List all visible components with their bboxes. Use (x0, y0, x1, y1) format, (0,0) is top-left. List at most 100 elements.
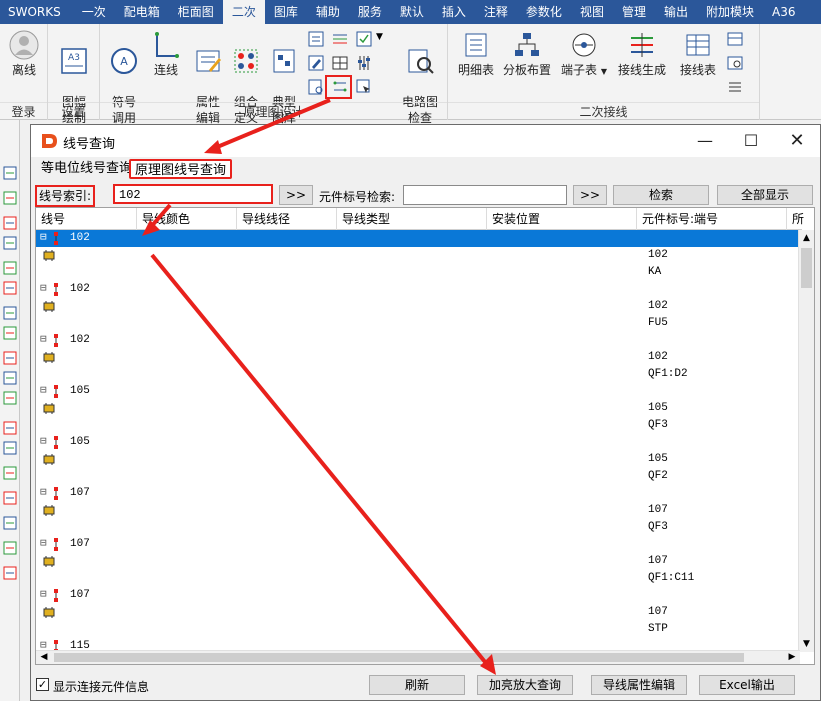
tab-equipotential-query[interactable]: 等电位线号查询 (37, 159, 136, 179)
lines-icon[interactable] (2, 490, 18, 506)
menu-item-12[interactable]: 管理 (613, 0, 655, 24)
menu-item-15[interactable]: A36 (763, 0, 804, 24)
menu-item-14[interactable]: 附加模块 (697, 0, 763, 24)
wire-index-more-button[interactable]: >> (279, 185, 313, 205)
col-extra[interactable]: 所 (787, 208, 807, 230)
scroll-thumb[interactable] (801, 248, 812, 288)
menu-item-11[interactable]: 视图 (571, 0, 613, 24)
menu-item-10[interactable]: 参数化 (517, 0, 571, 24)
menu-item-7[interactable]: 默认 (391, 0, 433, 24)
circle-icon[interactable] (2, 260, 18, 276)
panel-layout-button[interactable]: 分板布置 (498, 28, 556, 78)
expand-collapse-icon[interactable]: ⊟ (40, 485, 47, 502)
date-icon[interactable] (2, 390, 18, 406)
wire-row[interactable]: ⊟ 107 (36, 485, 800, 502)
grid-icon[interactable] (2, 190, 18, 206)
component-row[interactable]: 102 (36, 349, 800, 366)
sliders-icon[interactable] (355, 54, 373, 72)
menu-item-2[interactable]: 柜面图 (169, 0, 223, 24)
terminal-icon[interactable] (2, 235, 18, 251)
text-edit-icon[interactable] (307, 30, 325, 48)
tab-schematic-wire-query[interactable]: 原理图线号查询 (129, 159, 233, 179)
scroll-up-icon[interactable]: ▲ (799, 230, 814, 246)
refresh-button[interactable]: 刷新 (369, 675, 465, 695)
horizontal-scrollbar[interactable]: ◀ ▶ (36, 650, 800, 664)
wire-row[interactable]: ⊟ 105 (36, 383, 800, 400)
col-component-terminal[interactable]: 元件标号:端号 (637, 208, 787, 230)
component-row[interactable]: 105 (36, 451, 800, 468)
expand-collapse-icon[interactable]: ⊟ (40, 536, 47, 553)
expand-collapse-icon[interactable]: ⊟ (40, 587, 47, 604)
scroll-left-icon[interactable]: ◀ (36, 651, 52, 664)
menu-item-3[interactable]: 二次 (222, 0, 265, 24)
corner-wire-icon[interactable] (2, 305, 18, 321)
component-row[interactable]: 107 (36, 553, 800, 570)
wire-icon[interactable] (2, 215, 18, 231)
wire-index-input[interactable]: 102 (113, 184, 273, 204)
show-all-button[interactable]: 全部显示 (717, 185, 813, 205)
expand-collapse-icon[interactable]: ⊟ (40, 230, 47, 247)
table-export-icon[interactable] (726, 30, 744, 48)
search-pointer-icon[interactable] (355, 78, 373, 96)
vertical-wire-icon[interactable] (2, 280, 18, 296)
highlight-zoom-query-button[interactable]: 加亮放大查询 (477, 675, 573, 695)
show-component-info-checkbox[interactable]: ✓ (36, 678, 49, 691)
col-wire-number[interactable]: 线号 (36, 208, 137, 230)
magnify-doc-icon[interactable] (307, 78, 325, 96)
doc-icon[interactable] (2, 165, 18, 181)
menu-item-13[interactable]: 输出 (655, 0, 697, 24)
panel-icon[interactable] (2, 540, 18, 556)
edit-doc-icon[interactable] (2, 515, 18, 531)
table-rows-icon[interactable] (726, 78, 744, 96)
wire-row[interactable]: ⊟ 102 (36, 332, 800, 349)
wire-connect-button[interactable]: 连线 (142, 28, 190, 78)
component-row[interactable]: QF1:D2 (36, 366, 800, 383)
edit-icon[interactable] (2, 420, 18, 436)
component-search-more-button[interactable]: >> (573, 185, 607, 205)
text-icon[interactable] (2, 440, 18, 456)
wire-row[interactable]: ⊟ 102 (36, 281, 800, 298)
component-row[interactable]: QF3 (36, 417, 800, 434)
expand-collapse-icon[interactable]: ⊟ (40, 434, 47, 451)
wiring-generate-button[interactable]: 接线生成 (612, 28, 672, 78)
wiring-table-button[interactable]: 接线表 (672, 28, 724, 78)
component-search-input[interactable] (403, 185, 567, 205)
component-row[interactable]: QF2 (36, 468, 800, 485)
layout-icon[interactable] (2, 565, 18, 581)
hscroll-thumb[interactable] (54, 653, 744, 662)
col-wire-gauge[interactable]: 导线线径 (237, 208, 337, 230)
grid-icon[interactable] (331, 54, 349, 72)
minimize-button[interactable]: — (682, 125, 728, 157)
menu-item-9[interactable]: 注释 (475, 0, 517, 24)
excel-export-button[interactable]: Excel输出 (699, 675, 795, 695)
offline-button[interactable]: 离线 (0, 28, 48, 78)
list-icon[interactable] (2, 465, 18, 481)
component-row[interactable]: QF1:C11 (36, 570, 800, 587)
maximize-button[interactable]: ☐ (728, 125, 774, 157)
component-row[interactable]: 107 (36, 502, 800, 519)
wire-property-edit-button[interactable]: 导线属性编辑 (591, 675, 687, 695)
terminal-table-button[interactable]: 端子表 ▼ (556, 28, 612, 80)
check-doc-icon[interactable] (355, 30, 373, 48)
component-icon[interactable] (2, 350, 18, 366)
chevron-down-icon[interactable]: ▼ (376, 32, 383, 42)
menu-item-0[interactable]: 一次 (73, 0, 115, 24)
wire-row[interactable]: ⊟ 102 (36, 230, 800, 247)
component-row[interactable]: FU5 (36, 315, 800, 332)
menu-item-5[interactable]: 辅助 (307, 0, 349, 24)
expand-collapse-icon[interactable]: ⊟ (40, 332, 47, 349)
col-install-location[interactable]: 安装位置 (487, 208, 637, 230)
pencil-icon[interactable] (307, 54, 325, 72)
col-wire-color[interactable]: 导线颜色 (137, 208, 237, 230)
wire-row[interactable]: ⊟ 105 (36, 434, 800, 451)
wire-number-query-icon[interactable] (331, 78, 349, 96)
scroll-right-icon[interactable]: ▶ (784, 651, 800, 664)
search-button[interactable]: 检索 (613, 185, 709, 205)
menu-item-1[interactable]: 配电箱 (115, 0, 169, 24)
expand-collapse-icon[interactable]: ⊟ (40, 383, 47, 400)
menu-item-8[interactable]: 插入 (433, 0, 475, 24)
label-icon[interactable] (2, 325, 18, 341)
component-row[interactable]: 107 (36, 604, 800, 621)
wire-row[interactable]: ⊟ 107 (36, 587, 800, 604)
cross-icon[interactable] (2, 370, 18, 386)
